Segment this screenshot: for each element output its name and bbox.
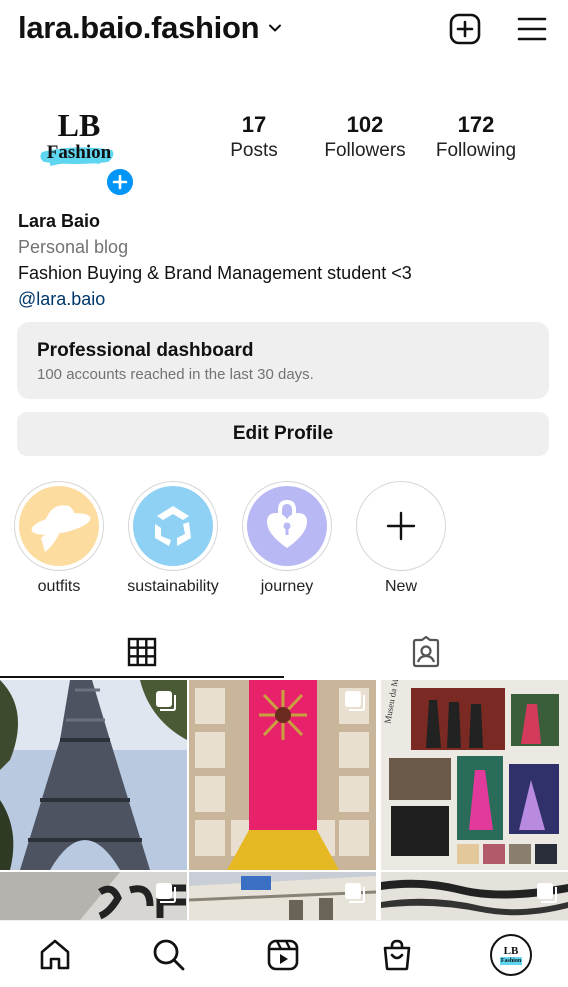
nav-shop[interactable]	[377, 935, 417, 975]
carousel-icon	[345, 691, 365, 711]
nav-avatar-text-top: LB	[503, 944, 519, 957]
new-highlight-button[interactable]: New	[346, 481, 456, 596]
posts-grid: Museu da Moda	[0, 680, 568, 920]
carousel-icon	[156, 883, 176, 903]
plus-icon	[112, 174, 128, 190]
post-thumbnail-store[interactable]	[0, 872, 187, 920]
post-thumbnail-moodboard[interactable]: Museu da Moda	[381, 680, 568, 870]
tab-posts-grid[interactable]	[0, 625, 284, 679]
post-thumbnail-eiffel[interactable]	[0, 680, 187, 870]
search-icon	[153, 939, 185, 971]
following-label: Following	[435, 140, 517, 161]
following-count: 172	[457, 112, 495, 137]
nav-profile-avatar[interactable]: LB Fashion	[490, 934, 532, 976]
post-thumbnail-gown[interactable]	[189, 680, 376, 870]
bottom-nav: LB Fashion	[0, 920, 568, 987]
top-bar: lara.baio.fashion	[0, 0, 568, 60]
highlight-label: New	[384, 578, 417, 595]
highlight-sustainability[interactable]: sustainability	[118, 481, 228, 596]
carousel-icon	[537, 883, 557, 903]
posts-stat[interactable]: 17 Posts	[214, 112, 294, 162]
highlight-ring	[128, 481, 218, 571]
add-story-button[interactable]	[104, 166, 136, 198]
new-post-icon	[449, 13, 481, 45]
professional-dashboard[interactable]: Professional dashboard 100 accounts reac…	[17, 322, 549, 399]
highlight-label: sustainability	[127, 578, 219, 595]
post-thumbnail-zebra[interactable]	[381, 872, 568, 920]
highlight-label: journey	[260, 578, 314, 595]
nav-avatar-text-bottom: Fashion	[499, 956, 523, 965]
grid-icon	[127, 637, 157, 667]
profile-name: Lara Baio	[18, 211, 101, 231]
bio-section: Lara Baio Personal blog Fashion Buying &…	[18, 208, 548, 312]
plus-icon	[386, 511, 416, 541]
edit-profile-button[interactable]: Edit Profile	[17, 412, 549, 456]
account-switcher[interactable]: lara.baio.fashion	[18, 10, 283, 46]
avatar-text-top: LB	[57, 107, 101, 143]
new-post-button[interactable]	[448, 12, 482, 46]
post-thumbnail-building[interactable]	[189, 872, 376, 920]
followers-label: Followers	[324, 140, 406, 161]
highlight-label: outfits	[37, 578, 81, 595]
avatar-text-bottom: Fashion	[46, 142, 112, 163]
nav-reels[interactable]	[263, 935, 303, 975]
highlight-ring	[14, 481, 104, 571]
menu-button[interactable]	[515, 12, 549, 46]
active-tab-indicator	[0, 676, 284, 678]
bio-mention-link[interactable]: @lara.baio	[18, 286, 548, 312]
heart-lock-icon	[247, 486, 327, 566]
highlight-ring	[242, 481, 332, 571]
profile-category: Personal blog	[18, 237, 129, 257]
followers-stat[interactable]: 102 Followers	[315, 112, 415, 162]
bio-text: Fashion Buying & Brand Management studen…	[18, 263, 412, 283]
highlight-outfits[interactable]: outfits	[4, 481, 114, 596]
nav-home[interactable]	[35, 935, 75, 975]
reels-icon	[267, 939, 299, 971]
chevron-down-icon	[269, 24, 282, 32]
followers-count: 102	[346, 112, 384, 137]
carousel-icon	[156, 691, 176, 711]
following-stat[interactable]: 172 Following	[426, 112, 526, 162]
dashboard-subtitle: 100 accounts reached in the last 30 days…	[37, 366, 314, 383]
profile-tabs	[0, 625, 568, 679]
posts-count: 17	[241, 112, 267, 137]
dashboard-title: Professional dashboard	[37, 340, 254, 361]
carousel-icon	[345, 883, 365, 903]
shop-icon	[383, 939, 411, 971]
username-label: lara.baio.fashion	[18, 10, 260, 45]
highlight-journey[interactable]: journey	[232, 481, 342, 596]
tagged-user-icon	[412, 636, 440, 668]
nav-search[interactable]	[149, 935, 189, 975]
tab-tagged[interactable]	[284, 625, 568, 679]
home-icon	[40, 939, 70, 970]
recycle-icon	[133, 486, 213, 566]
posts-label: Posts	[230, 140, 278, 161]
hat-icon	[19, 486, 99, 566]
menu-icon	[517, 17, 547, 41]
highlight-ring	[356, 481, 446, 571]
